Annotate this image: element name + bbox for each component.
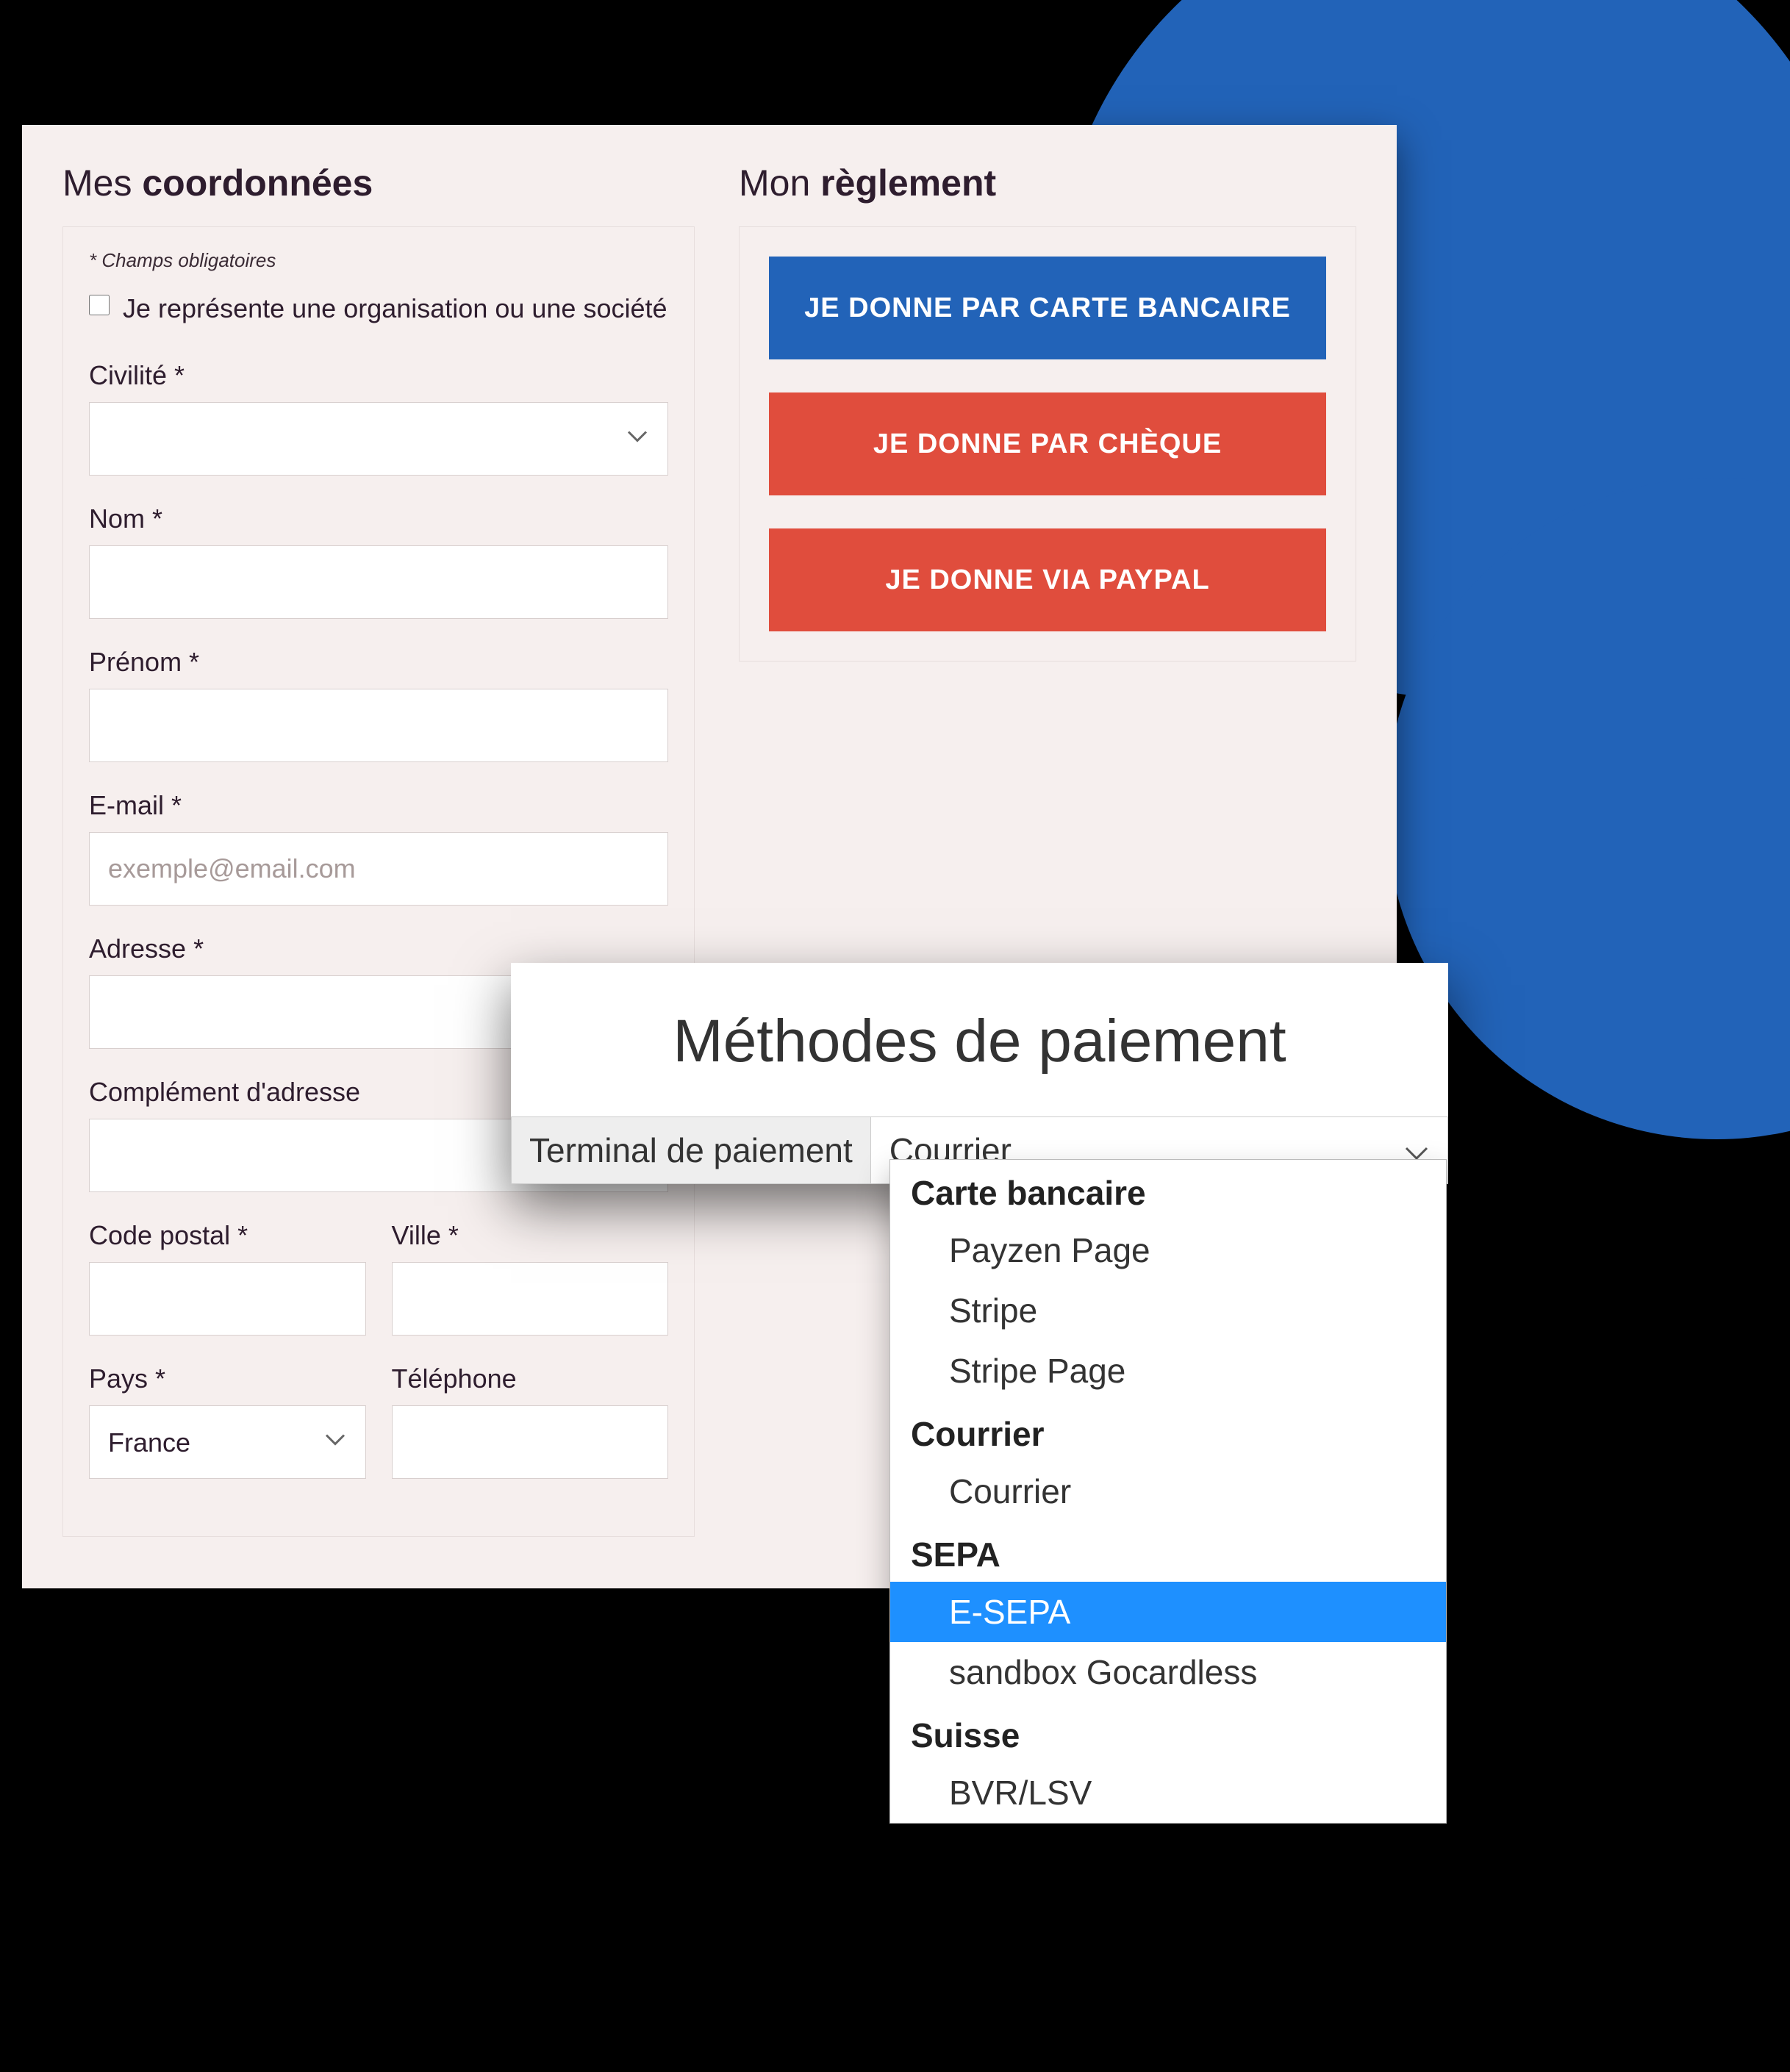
country-select[interactable]: France xyxy=(89,1405,366,1479)
city-input[interactable] xyxy=(392,1262,669,1336)
city-label: Ville * xyxy=(392,1220,669,1251)
lastname-label: Nom * xyxy=(89,503,668,534)
payment-title-bold: règlement xyxy=(820,162,996,204)
dropdown-item[interactable]: BVR/LSV xyxy=(890,1763,1446,1823)
details-title-light: Mes xyxy=(62,162,142,204)
postal-label: Code postal * xyxy=(89,1220,366,1251)
dropdown-item[interactable]: Payzen Page xyxy=(890,1220,1446,1280)
pay-card-button[interactable]: JE DONNE PAR CARTE BANCAIRE xyxy=(769,257,1326,359)
country-label: Pays * xyxy=(89,1363,366,1394)
dropdown-item[interactable]: E-SEPA xyxy=(890,1582,1446,1642)
dropdown-group: SEPA xyxy=(890,1521,1446,1582)
required-note: * Champs obligatoires xyxy=(89,249,668,272)
dropdown-group: Suisse xyxy=(890,1702,1446,1763)
phone-input[interactable] xyxy=(392,1405,669,1479)
postal-input[interactable] xyxy=(89,1262,366,1336)
firstname-label: Prénom * xyxy=(89,647,668,678)
terminal-label: Terminal de paiement xyxy=(511,1116,871,1184)
dropdown-item[interactable]: sandbox Gocardless xyxy=(890,1642,1446,1702)
organisation-checkbox[interactable] xyxy=(89,295,110,315)
pay-paypal-button[interactable]: JE DONNE VIA PAYPAL xyxy=(769,528,1326,631)
dropdown-item[interactable]: Stripe xyxy=(890,1280,1446,1341)
firstname-input[interactable] xyxy=(89,689,668,762)
lastname-input[interactable] xyxy=(89,545,668,619)
payment-title: Mon règlement xyxy=(739,162,1356,204)
dropdown-group: Courrier xyxy=(890,1401,1446,1461)
details-fieldset: * Champs obligatoires Je représente une … xyxy=(62,226,695,1537)
email-label: E-mail * xyxy=(89,790,668,821)
payment-title-light: Mon xyxy=(739,162,820,204)
phone-label: Téléphone xyxy=(392,1363,669,1394)
organisation-label[interactable]: Je représente une organisation ou une so… xyxy=(123,290,667,327)
email-input[interactable] xyxy=(89,832,668,906)
address-label: Adresse * xyxy=(89,933,668,964)
payment-box: JE DONNE PAR CARTE BANCAIRE JE DONNE PAR… xyxy=(739,226,1356,662)
modal-title: Méthodes de paiement xyxy=(511,963,1448,1116)
details-title: Mes coordonnées xyxy=(62,162,695,204)
payment-methods-modal: Méthodes de paiement Terminal de paiemen… xyxy=(511,963,1448,1184)
details-column: Mes coordonnées * Champs obligatoires Je… xyxy=(62,162,695,1537)
details-title-bold: coordonnées xyxy=(142,162,373,204)
civility-label: Civilité * xyxy=(89,360,668,391)
dropdown-item[interactable]: Stripe Page xyxy=(890,1341,1446,1401)
pay-cheque-button[interactable]: JE DONNE PAR CHÈQUE xyxy=(769,392,1326,495)
terminal-dropdown: Carte bancairePayzen PageStripeStripe Pa… xyxy=(889,1159,1447,1824)
civility-select[interactable] xyxy=(89,402,668,476)
dropdown-item[interactable]: Courrier xyxy=(890,1461,1446,1521)
dropdown-group: Carte bancaire xyxy=(890,1160,1446,1220)
